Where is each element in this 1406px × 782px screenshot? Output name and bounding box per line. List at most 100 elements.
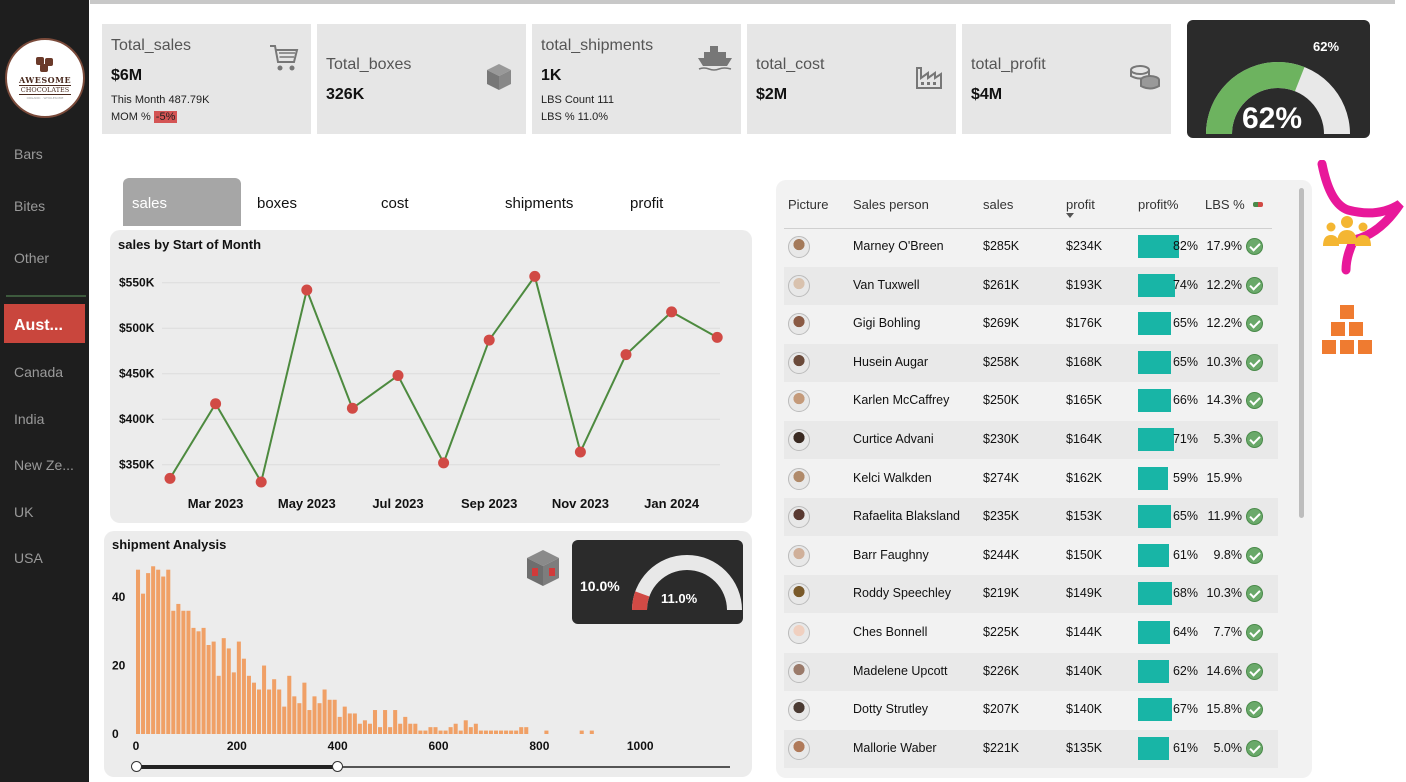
histogram-bar[interactable]: [146, 573, 151, 734]
histogram-bar[interactable]: [151, 566, 156, 734]
table-row[interactable]: Dotty Strutley $207K $140K 67% 15.8%: [784, 691, 1278, 729]
histogram-bar[interactable]: [423, 730, 428, 734]
histogram-bar[interactable]: [589, 730, 594, 734]
histogram-bar[interactable]: [458, 730, 463, 734]
table-row[interactable]: Kelci Walkden $274K $162K 59% 15.9%: [784, 460, 1278, 498]
histogram-bar[interactable]: [468, 727, 473, 734]
histogram-bar[interactable]: [453, 723, 458, 734]
sales-data-point[interactable]: [210, 398, 222, 410]
category-bars[interactable]: Bars: [14, 146, 43, 162]
histogram-bar[interactable]: [413, 723, 418, 734]
histogram-bar[interactable]: [262, 665, 267, 734]
histogram-bar[interactable]: [473, 723, 478, 734]
histogram-bar[interactable]: [186, 610, 191, 734]
histogram-bar[interactable]: [352, 713, 357, 734]
histogram-bar[interactable]: [504, 730, 509, 734]
country-canada[interactable]: Canada: [14, 364, 63, 380]
histogram-bar[interactable]: [287, 675, 292, 734]
histogram-bar[interactable]: [383, 710, 388, 734]
histogram-bar[interactable]: [428, 727, 433, 734]
histogram-bar[interactable]: [488, 730, 493, 734]
country-australia[interactable]: Aust...: [4, 304, 85, 343]
histogram-bar[interactable]: [302, 682, 307, 734]
histogram-bar[interactable]: [418, 730, 423, 734]
table-row[interactable]: Marney O'Breen $285K $234K 82% 17.9%: [784, 228, 1278, 266]
tab-sales[interactable]: sales: [123, 178, 241, 226]
histogram-bar[interactable]: [544, 730, 549, 734]
country-new-zealand[interactable]: New Ze...: [14, 457, 74, 473]
histogram-bar[interactable]: [156, 569, 161, 734]
histogram-bar[interactable]: [136, 569, 141, 734]
histogram-bar[interactable]: [272, 679, 277, 734]
histogram-bar[interactable]: [181, 610, 186, 734]
histogram-bar[interactable]: [347, 713, 352, 734]
histogram-bar[interactable]: [292, 696, 297, 734]
histogram-bar[interactable]: [579, 730, 584, 734]
histogram-bar[interactable]: [312, 696, 317, 734]
table-row[interactable]: Madelene Upcott $226K $140K 62% 14.6%: [784, 652, 1278, 691]
histogram-bar[interactable]: [524, 727, 529, 734]
histogram-bar[interactable]: [443, 730, 448, 734]
sales-data-point[interactable]: [483, 334, 495, 346]
histogram-bar[interactable]: [317, 703, 322, 734]
histogram-bar[interactable]: [241, 658, 246, 734]
table-row[interactable]: Roddy Speechley $219K $149K 68% 10.3%: [784, 575, 1278, 614]
histogram-bar[interactable]: [463, 720, 468, 734]
histogram-bar[interactable]: [514, 730, 519, 734]
header-sales-person[interactable]: Sales person: [853, 197, 929, 212]
histogram-bar[interactable]: [393, 710, 398, 734]
histogram-bar[interactable]: [408, 723, 413, 734]
sales-data-point[interactable]: [438, 457, 450, 469]
tab-shipments[interactable]: shipments: [505, 178, 600, 226]
header-profit-pct[interactable]: profit%: [1138, 197, 1178, 212]
histogram-bar[interactable]: [398, 723, 403, 734]
country-india[interactable]: India: [14, 411, 44, 427]
country-usa[interactable]: USA: [14, 550, 43, 566]
histogram-bar[interactable]: [221, 638, 226, 734]
table-row[interactable]: Curtice Advani $230K $164K 71% 5.3%: [784, 421, 1278, 459]
sales-data-point[interactable]: [620, 349, 632, 361]
histogram-bar[interactable]: [478, 730, 483, 734]
histogram-bar[interactable]: [196, 631, 201, 734]
histogram-bar[interactable]: [246, 675, 251, 734]
histogram-bar[interactable]: [171, 610, 176, 734]
table-row[interactable]: Mallorie Waber $221K $135K 61% 5.0%: [784, 729, 1278, 768]
histogram-bar[interactable]: [257, 689, 262, 735]
table-scrollbar[interactable]: [1299, 188, 1304, 518]
histogram-bar[interactable]: [267, 689, 272, 735]
histogram-bar[interactable]: [433, 727, 438, 734]
histogram-bar[interactable]: [251, 682, 257, 734]
sales-data-point[interactable]: [164, 472, 176, 484]
histogram-bar[interactable]: [161, 576, 166, 734]
table-row[interactable]: Ches Bonnell $225K $144K 64% 7.7%: [784, 614, 1278, 652]
histogram-bar[interactable]: [372, 710, 378, 734]
header-profit[interactable]: profit: [1066, 197, 1095, 212]
histogram-bar[interactable]: [297, 703, 302, 734]
histogram-bar[interactable]: [367, 723, 372, 734]
histogram-bar[interactable]: [322, 689, 327, 735]
table-row[interactable]: Barr Faughny $244K $150K 61% 9.8%: [784, 537, 1278, 575]
histogram-bar[interactable]: [519, 727, 524, 734]
tab-cost[interactable]: cost: [381, 178, 461, 226]
sales-data-point[interactable]: [574, 446, 586, 458]
histogram-bar[interactable]: [438, 730, 443, 734]
category-bites[interactable]: Bites: [14, 198, 45, 214]
histogram-bar[interactable]: [282, 706, 287, 734]
histogram-bar[interactable]: [493, 730, 499, 734]
sales-data-point[interactable]: [392, 370, 404, 382]
table-row[interactable]: Rafaelita Blaksland $235K $153K 65% 11.9%: [784, 498, 1278, 537]
histogram-bar[interactable]: [211, 641, 216, 734]
header-picture[interactable]: Picture: [788, 197, 828, 212]
histogram-bar[interactable]: [226, 648, 231, 734]
table-row[interactable]: Karlen McCaffrey $250K $165K 66% 14.3%: [784, 382, 1278, 420]
histogram-bar[interactable]: [342, 706, 347, 734]
histogram-bar[interactable]: [378, 727, 383, 734]
sales-data-point[interactable]: [529, 270, 541, 282]
histogram-bar[interactable]: [191, 627, 196, 734]
histogram-bar[interactable]: [231, 672, 236, 734]
histogram-bar[interactable]: [357, 723, 362, 734]
sales-data-point[interactable]: [255, 476, 267, 488]
histogram-bar[interactable]: [206, 645, 211, 734]
histogram-bar[interactable]: [388, 727, 393, 734]
histogram-bar[interactable]: [201, 627, 206, 734]
